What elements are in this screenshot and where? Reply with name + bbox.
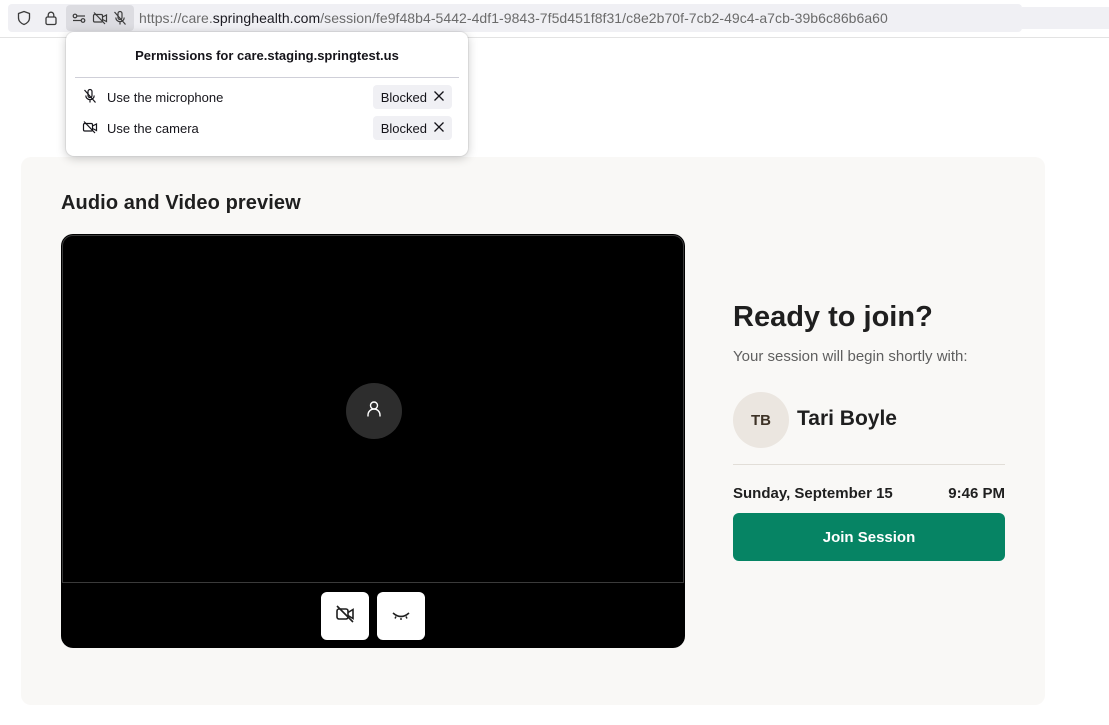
- video-off-icon: [334, 603, 356, 630]
- user-icon: [364, 399, 384, 424]
- popup-divider: [75, 77, 459, 78]
- join-session-button[interactable]: Join Session: [733, 513, 1005, 561]
- url-prefix: https://care.: [139, 10, 213, 26]
- permission-row-camera: Use the camera Blocked: [82, 116, 452, 140]
- close-icon[interactable]: [433, 90, 445, 105]
- permission-status: Blocked: [380, 120, 427, 136]
- url-host: springhealth.com: [212, 10, 321, 26]
- camera-blocked-icon: [91, 9, 109, 27]
- avatar: TB: [733, 392, 789, 448]
- lock-icon[interactable]: [42, 9, 60, 27]
- ready-title: Ready to join?: [733, 301, 933, 333]
- url-text[interactable]: https://care.springhealth.com/session/fe…: [139, 10, 888, 26]
- close-icon[interactable]: [433, 121, 445, 136]
- shield-icon[interactable]: [15, 9, 33, 27]
- video-avatar-placeholder: [346, 383, 402, 439]
- permissions-popup: Permissions for care.staging.springtest.…: [66, 32, 468, 156]
- toolbar-extension-area: [1022, 7, 1109, 29]
- provider-name: Tari Boyle: [797, 407, 897, 430]
- preview-title: Audio and Video preview: [61, 192, 301, 214]
- site-permissions-button[interactable]: [66, 5, 134, 31]
- session-time: 9:46 PM: [948, 485, 1005, 502]
- permission-row-microphone: Use the microphone Blocked: [82, 85, 452, 109]
- ready-subtitle: Your session will begin shortly with:: [733, 348, 968, 365]
- url-path: /session/fe9f48b4-5442-4df1-9843-7f5d451…: [320, 10, 888, 26]
- eye-closed-icon: [390, 603, 412, 630]
- session-date: Sunday, September 15: [733, 485, 893, 502]
- video-screen: [62, 235, 684, 583]
- permission-status: Blocked: [380, 89, 427, 105]
- popup-title: Permissions for care.staging.springtest.…: [135, 48, 399, 63]
- microphone-blocked-icon: [111, 9, 129, 27]
- divider: [733, 464, 1005, 465]
- camera-blocked-icon: [82, 119, 100, 137]
- toggle-video-button[interactable]: [321, 592, 369, 640]
- toggle-self-view-button[interactable]: [377, 592, 425, 640]
- permission-key-icon: [70, 9, 88, 27]
- permission-label: Use the camera: [107, 121, 199, 136]
- microphone-blocked-icon: [82, 88, 100, 106]
- video-preview: [61, 234, 685, 648]
- permission-label: Use the microphone: [107, 90, 224, 105]
- permission-status-badge[interactable]: Blocked: [372, 116, 452, 140]
- permission-status-badge[interactable]: Blocked: [372, 85, 452, 109]
